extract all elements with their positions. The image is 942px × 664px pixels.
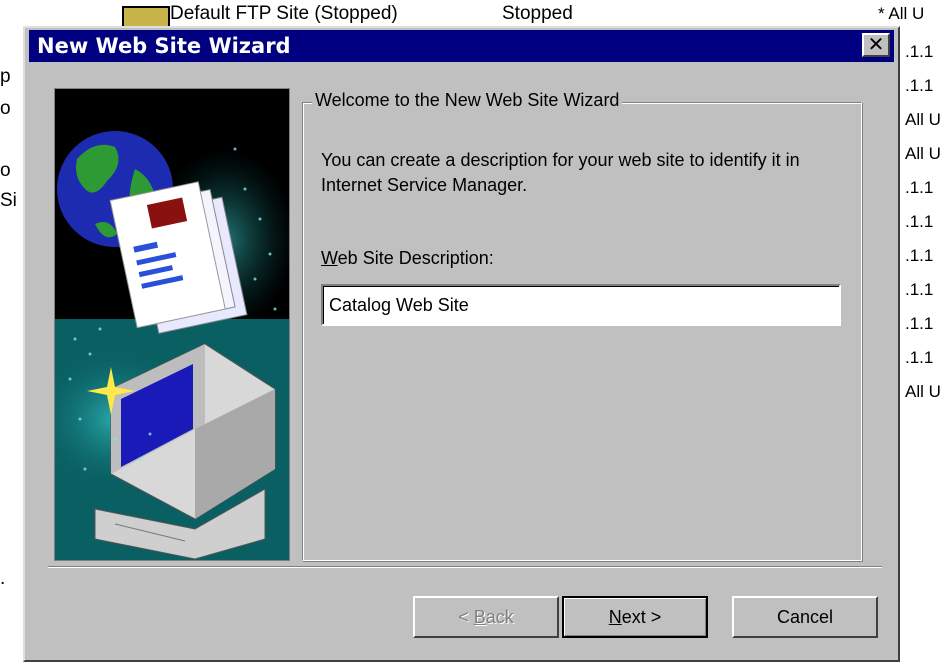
bg-left-text: o xyxy=(0,98,11,119)
bg-right-text: .1.1 xyxy=(905,246,934,265)
wizard-dialog: New Web Site Wizard ✕ Welcome to the New… xyxy=(23,26,900,662)
next-mnemonic: N xyxy=(608,607,622,627)
bg-left-text: . xyxy=(0,568,6,589)
back-rest: ack xyxy=(485,607,514,627)
back-prefix: < xyxy=(458,607,474,627)
ftp-site-name: Default FTP Site (Stopped) xyxy=(170,3,398,24)
dialog-title: New Web Site Wizard xyxy=(37,34,291,58)
bg-left-text: Si xyxy=(0,190,17,211)
bg-right-text: .1.1 xyxy=(905,76,934,95)
next-rest: ext > xyxy=(621,607,662,627)
bg-right-text: .1.1 xyxy=(905,314,934,333)
ftp-site-state: Stopped xyxy=(502,3,573,24)
back-button[interactable]: < Back xyxy=(413,596,559,638)
button-separator xyxy=(48,566,882,568)
label-mnemonic: W xyxy=(321,248,338,268)
next-button[interactable]: Next > xyxy=(562,596,708,638)
ftp-site-icon xyxy=(122,6,170,28)
bg-right-text: All U xyxy=(905,382,941,401)
back-mnemonic: B xyxy=(473,607,486,627)
bg-left-text: p xyxy=(0,66,11,87)
bg-right-text: .1.1 xyxy=(905,212,934,231)
bg-right-text: .1.1 xyxy=(905,42,934,61)
group-box-title: Welcome to the New Web Site Wizard xyxy=(312,90,623,111)
label-rest: eb Site Description: xyxy=(337,248,494,268)
background-window-strip: Default FTP Site (Stopped) Stopped * All… xyxy=(0,0,942,28)
cancel-button[interactable]: Cancel xyxy=(732,596,878,638)
web-site-description-label: Web Site Description: xyxy=(321,248,494,269)
close-icon: ✕ xyxy=(867,32,885,56)
bg-right-text: All U xyxy=(905,110,941,129)
wizard-description: You can create a description for your we… xyxy=(321,150,800,195)
bg-left-text: o xyxy=(0,160,11,181)
close-button[interactable]: ✕ xyxy=(862,33,890,57)
title-bar[interactable]: New Web Site Wizard ✕ xyxy=(29,30,894,62)
wizard-illustration xyxy=(54,88,290,561)
bg-right-text: All U xyxy=(905,144,941,163)
ftp-site-ip: * All U xyxy=(878,4,925,23)
bg-right-text: .1.1 xyxy=(905,280,934,299)
bg-right-text: .1.1 xyxy=(905,348,934,367)
bg-right-text: .1.1 xyxy=(905,178,934,197)
computer-globe-document-icon xyxy=(55,89,289,560)
web-site-description-input[interactable] xyxy=(321,284,841,326)
